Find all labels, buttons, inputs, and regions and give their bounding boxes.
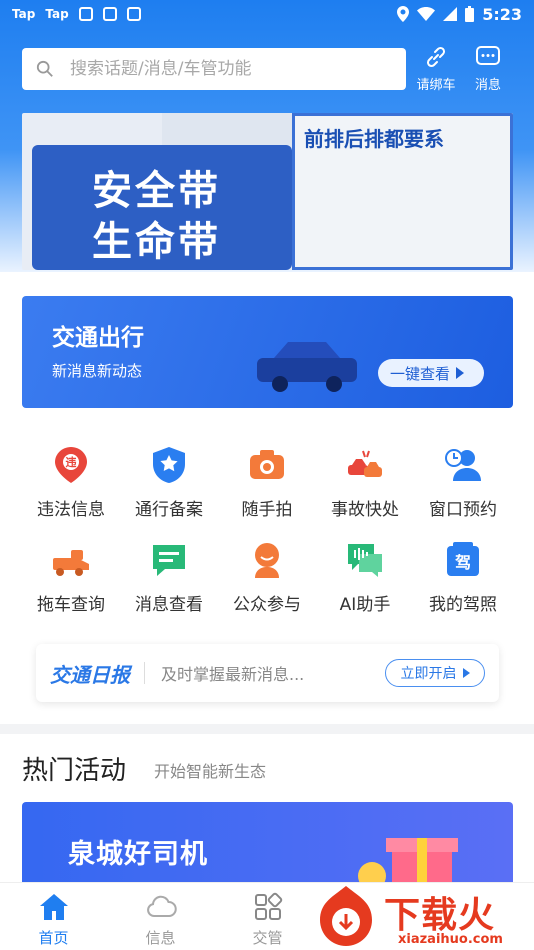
tow-truck-icon xyxy=(53,550,89,576)
arrow-right-icon xyxy=(456,367,465,379)
hot-title: 热门活动 xyxy=(22,756,127,786)
open-now-button[interactable]: 立即开启 xyxy=(385,659,485,687)
feature-messages[interactable]: 消息查看 xyxy=(120,540,218,615)
tab-label: 信息 xyxy=(145,929,176,947)
hot-subtitle: 开始智能新生态 xyxy=(154,762,267,781)
feature-snapshot[interactable]: 随手拍 xyxy=(218,445,316,520)
feature-window-booking[interactable]: 窗口预约 xyxy=(414,445,512,520)
tab-home[interactable]: 首页 xyxy=(0,883,107,950)
grid-icon xyxy=(254,892,282,920)
feature-ai-assistant[interactable]: AI助手 xyxy=(316,540,414,615)
feature-public[interactable]: 公众参与 xyxy=(218,540,316,615)
flame-logo-icon xyxy=(320,886,372,946)
feature-label: 随手拍 xyxy=(241,500,293,520)
status-bar: Tap Tap 5:23 xyxy=(0,0,534,28)
banner-line2: 生命带 xyxy=(92,219,221,265)
feature-label: AI助手 xyxy=(339,595,391,615)
taptap-icon: Tap xyxy=(45,7,69,21)
signal-icon xyxy=(443,7,458,21)
search-icon xyxy=(36,60,53,77)
person-icon xyxy=(255,543,279,578)
divider xyxy=(144,662,145,684)
daily-report-card[interactable]: 交通日报 及时掌握最新消息... 立即开启 xyxy=(36,644,499,702)
battery-icon xyxy=(465,6,475,22)
feature-accident[interactable]: 事故快处 xyxy=(316,445,414,520)
a-icon xyxy=(126,7,141,21)
watermark-url: xiazaihuo.com xyxy=(398,932,503,947)
daily-text: 及时掌握最新消息... xyxy=(161,665,305,684)
tab-label: 交管 xyxy=(252,929,283,947)
link-icon xyxy=(426,46,446,68)
svg-text:驾: 驾 xyxy=(454,553,471,572)
feature-label: 违法信息 xyxy=(37,500,105,520)
news-banner[interactable]: 交通出行 新消息新动态 一键查看 xyxy=(22,296,513,408)
feature-label: 通行备案 xyxy=(135,500,203,520)
daily-logo: 交通日报 xyxy=(50,662,130,687)
feature-violation[interactable]: 违 违法信息 xyxy=(22,445,120,520)
app-screen: Tap Tap 5:23 请绑车 消息 安全带 生命带 前排后排都要系 xyxy=(0,0,534,950)
user-clock-icon xyxy=(445,449,481,481)
feature-tow-query[interactable]: 拖车查询 xyxy=(22,540,120,615)
license-icon: 驾 xyxy=(447,542,479,576)
play-icon xyxy=(462,668,470,678)
violation-icon: 违 xyxy=(55,447,87,483)
news-subtitle: 新消息新动态 xyxy=(52,362,143,380)
location-icon xyxy=(397,6,410,22)
shield-star-icon xyxy=(153,447,185,483)
feature-label: 公众参与 xyxy=(233,595,301,615)
search-input[interactable] xyxy=(70,59,370,79)
tab-info[interactable]: 信息 xyxy=(107,883,214,950)
car-crash-icon xyxy=(348,450,382,477)
view-all-button[interactable]: 一键查看 xyxy=(378,359,484,387)
feature-grid: 违 违法信息 通行备案 随手拍 事故快处 窗口预约 拖车查询 消息查看 公众参与… xyxy=(22,445,514,615)
feature-label: 消息查看 xyxy=(135,595,203,615)
news-title: 交通出行 xyxy=(52,325,144,351)
ai-chat-icon xyxy=(348,544,382,577)
cloud-icon xyxy=(146,895,177,917)
feature-my-license[interactable]: 驾 我的驾照 xyxy=(414,540,512,615)
wifi-icon xyxy=(417,7,436,21)
banner-right-title: 前排后排都要系 xyxy=(304,127,444,151)
view-all-label: 一键查看 xyxy=(390,364,451,383)
search-box[interactable] xyxy=(22,48,406,90)
message-icon xyxy=(153,545,185,576)
section-divider xyxy=(0,724,534,734)
tab-label: 首页 xyxy=(38,929,69,947)
car-illustration xyxy=(257,342,357,392)
feather-icon xyxy=(78,7,93,21)
messages-button[interactable]: 消息 xyxy=(463,44,513,93)
watermark-text: 下载火 xyxy=(384,895,496,936)
feature-pass-record[interactable]: 通行备案 xyxy=(120,445,218,520)
svg-text:违: 违 xyxy=(66,455,77,469)
safety-banner[interactable]: 安全带 生命带 前排后排都要系 xyxy=(22,113,513,270)
camera-icon xyxy=(250,450,284,479)
feature-label: 我的驾照 xyxy=(429,595,497,615)
tab-traffic-admin[interactable]: 交管 xyxy=(214,883,321,950)
open-now-label: 立即开启 xyxy=(400,666,457,682)
home-icon xyxy=(39,894,68,920)
watermark: 下载火 xiazaihuo.com xyxy=(312,880,534,950)
bind-car-button[interactable]: 请绑车 xyxy=(411,44,461,93)
feature-label: 事故快处 xyxy=(331,500,399,520)
status-time: 5:23 xyxy=(482,4,522,24)
bind-car-label: 请绑车 xyxy=(416,78,456,93)
banner-line1: 安全带 xyxy=(92,168,221,214)
messages-label: 消息 xyxy=(474,78,501,93)
calendar-icon xyxy=(102,7,117,21)
feature-label: 拖车查询 xyxy=(37,595,105,615)
taptap-icon: Tap xyxy=(12,7,36,21)
promo-title: 泉城好司机 xyxy=(68,839,208,870)
chat-icon xyxy=(476,46,500,65)
feature-label: 窗口预约 xyxy=(429,500,497,520)
